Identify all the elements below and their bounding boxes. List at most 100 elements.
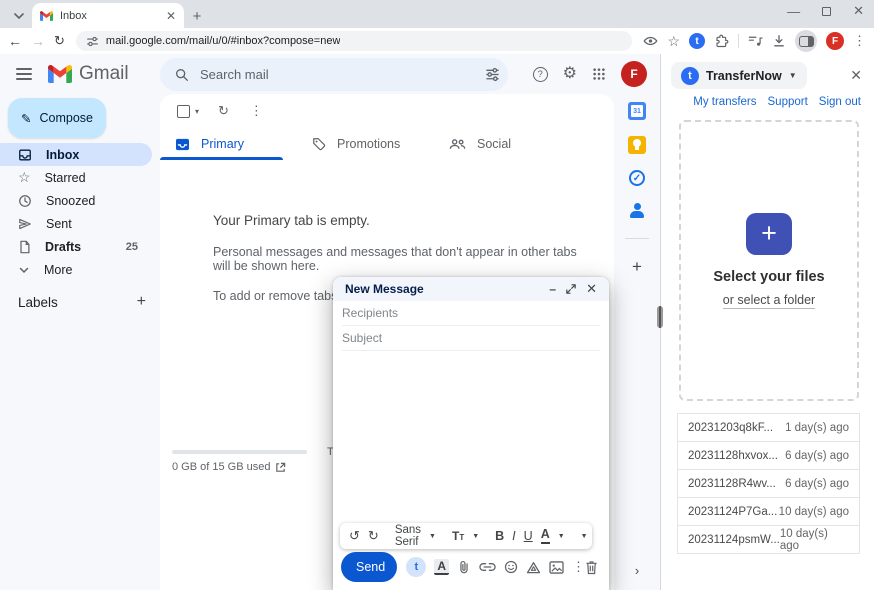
compose-popout-icon[interactable] [566,284,576,294]
side-panel-toggle-button[interactable] [795,30,817,52]
sidebar-item-snoozed[interactable]: Snoozed [0,189,152,212]
site-info-icon[interactable] [86,35,99,48]
main-menu-icon[interactable] [16,68,32,80]
contacts-icon[interactable] [628,202,646,220]
insert-emoji-icon[interactable] [504,560,518,574]
transfer-row[interactable]: 20231128R4wv... 6 day(s) ago [677,469,860,498]
extensions-puzzle-icon[interactable] [714,34,729,49]
message-body-field[interactable] [333,351,609,501]
search-filter-icon[interactable] [485,67,500,82]
discard-draft-icon[interactable] [585,560,598,575]
media-controls-icon[interactable] [748,35,763,47]
window-close-button[interactable]: ✕ [853,3,864,19]
redo-icon[interactable]: ↻ [368,528,379,544]
transfer-row[interactable]: 20231124psmW... 10 day(s) ago [677,525,860,554]
transfer-row[interactable]: 20231203q8kF... 1 day(s) ago [677,413,860,442]
drive-icon[interactable] [526,561,541,574]
browser-menu-icon[interactable]: ⋮ [853,33,866,49]
side-panel-close-icon[interactable]: ✕ [850,67,862,84]
downloads-icon[interactable] [772,34,786,48]
search-icon[interactable] [174,67,190,83]
compose-minimize-icon[interactable]: – [549,282,556,296]
bold-button[interactable]: B [495,529,504,543]
panel-resize-handle[interactable] [657,306,663,328]
italic-button[interactable]: I [512,529,515,543]
sidebar-item-sent[interactable]: Sent [0,212,152,235]
storage-progress-bar [172,450,307,454]
settings-gear-icon[interactable]: ⚙ [563,66,577,82]
hide-panel-chevron-icon[interactable]: › [635,563,639,578]
tab-primary[interactable]: Primary [160,128,297,160]
send-button[interactable]: Send [341,552,397,582]
create-label-button[interactable]: + [137,293,146,311]
more-options-icon[interactable]: ⋮ [250,103,263,119]
recipients-field[interactable]: Recipients [342,301,600,326]
more-formatting-icon[interactable]: ▼ [581,533,588,540]
gmail-logo: Gmail [48,63,129,85]
sidebar-item-inbox[interactable]: Inbox [0,143,152,166]
select-dropdown-icon[interactable]: ▾ [195,107,199,116]
compose-close-icon[interactable]: ✕ [586,281,597,297]
tasks-icon[interactable]: ✓ [629,170,645,186]
undo-icon[interactable]: ↺ [349,528,360,544]
underline-button[interactable]: U [524,529,533,543]
attach-file-icon[interactable] [457,560,471,575]
transfer-row[interactable]: 20231128hxvox... 6 day(s) ago [677,441,860,470]
size-caret-icon[interactable]: ▼ [472,533,479,540]
search-input[interactable]: Search mail [160,58,508,91]
more-send-options-icon[interactable]: ⋮ [572,559,585,575]
transfer-row[interactable]: 20231124P7Ga... 10 day(s) ago [677,497,860,526]
formatting-options-button[interactable]: A [434,559,449,575]
browser-profile-avatar[interactable]: F [826,32,844,50]
calendar-icon[interactable]: 31 [628,102,646,120]
browser-tab[interactable]: Inbox ✕ [32,3,184,28]
gmail-logo-text: Gmail [79,63,129,85]
color-caret-icon[interactable]: ▼ [558,533,565,540]
insert-image-icon[interactable] [549,561,564,574]
sidebar-item-more[interactable]: More [0,258,152,281]
send-button-group[interactable]: Send ▼ [341,552,397,582]
compose-header[interactable]: New Message – ✕ [333,277,609,301]
text-size-icon[interactable]: TT [452,529,464,543]
sidebar-item-drafts[interactable]: Drafts 25 [0,235,152,258]
font-select[interactable]: Sans Serif [395,524,421,548]
new-tab-button[interactable]: + [184,4,210,28]
gmail-profile-avatar[interactable]: F [621,61,647,87]
side-panel-title-dropdown[interactable]: t TransferNow ▼ [671,62,807,89]
bookmark-star-icon[interactable]: ☆ [667,33,680,50]
add-files-button[interactable]: + [746,213,792,255]
external-link-icon[interactable] [275,462,286,473]
sign-out-link[interactable]: Sign out [819,96,861,108]
back-button[interactable]: ← [8,33,22,49]
file-dropzone[interactable]: + Select your files or select a folder [679,120,859,401]
tab-close-icon[interactable]: ✕ [166,9,176,23]
transfernow-attach-icon[interactable]: t [406,557,426,577]
tab-social[interactable]: Social [434,128,571,160]
tab-promotions[interactable]: Promotions [297,128,434,160]
transfernow-extension-icon[interactable]: t [689,33,705,49]
window-minimize-button[interactable]: — [787,4,800,19]
tab-search-button[interactable] [6,4,32,28]
people-icon [449,138,466,150]
get-addons-button[interactable]: + [632,257,642,277]
window-maximize-button[interactable] [822,7,831,16]
reload-button[interactable]: ↻ [54,33,65,49]
refresh-icon[interactable]: ↻ [218,103,229,119]
help-icon[interactable]: ? [533,67,548,82]
my-transfers-link[interactable]: My transfers [693,96,756,108]
subject-field[interactable]: Subject [342,326,600,351]
address-bar[interactable]: mail.google.com/mail/u/0/#inbox?compose=… [76,31,633,51]
text-color-button[interactable]: A [541,528,550,544]
support-link[interactable]: Support [768,96,808,108]
forward-button[interactable]: → [31,33,45,49]
insert-link-icon[interactable] [479,562,496,572]
sidebar-item-starred[interactable]: ☆ Starred [0,166,152,189]
side-panel-icon [799,36,814,47]
font-caret-icon[interactable]: ▼ [429,533,436,540]
eye-icon[interactable] [643,35,658,47]
select-all-checkbox[interactable] [177,105,190,118]
keep-icon[interactable] [628,136,646,154]
compose-button[interactable]: ✎ Compose [8,98,106,138]
google-apps-grid-icon[interactable] [592,67,606,81]
select-folder-link[interactable]: or select a folder [723,293,815,309]
